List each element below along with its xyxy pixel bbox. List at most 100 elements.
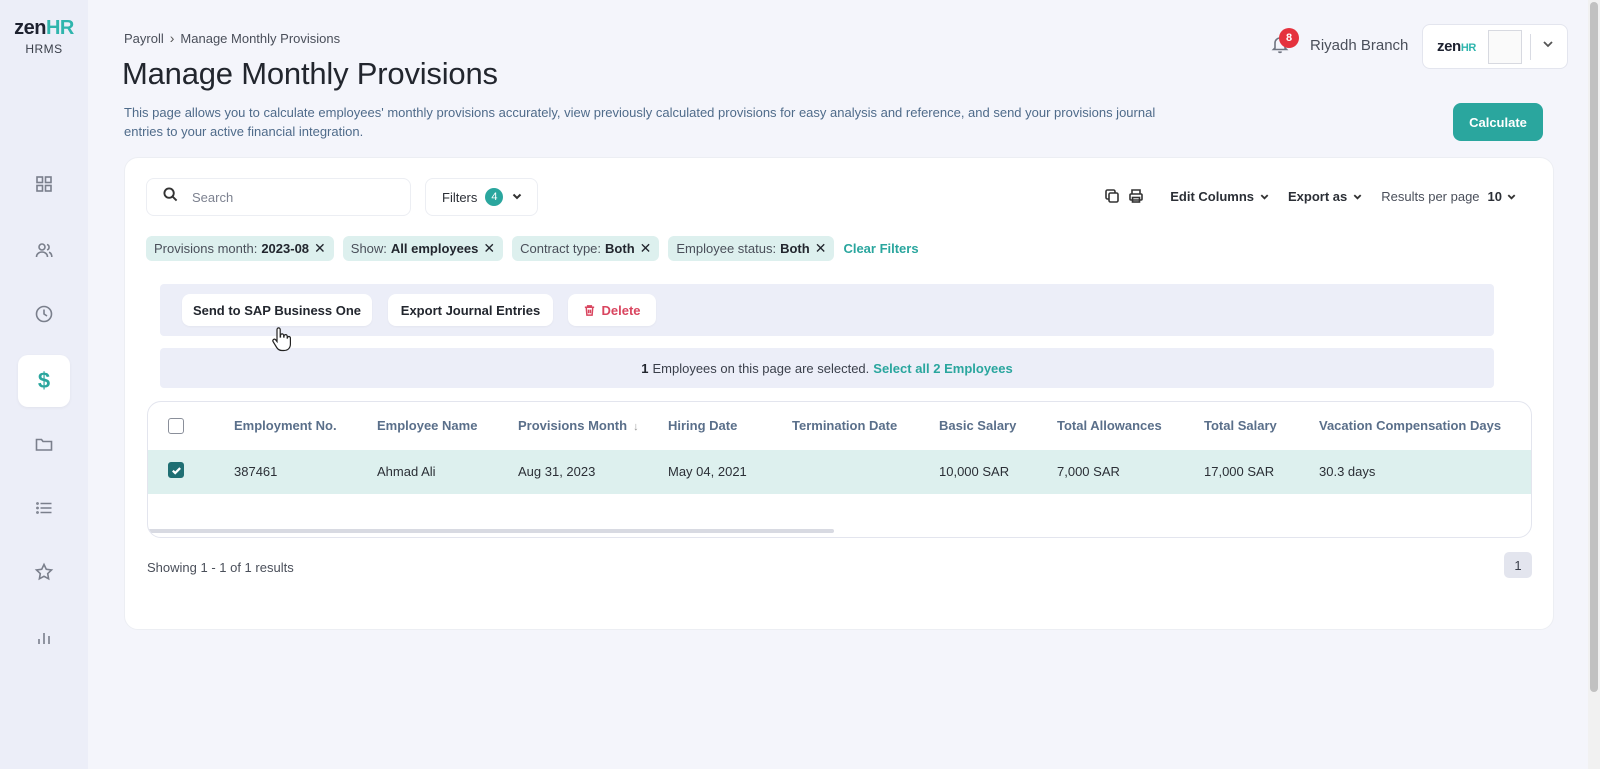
check-icon bbox=[171, 466, 181, 475]
copy-icon[interactable] bbox=[1104, 188, 1120, 204]
select-all-checkbox[interactable] bbox=[168, 418, 184, 434]
grid-icon bbox=[34, 174, 54, 199]
chip-value: All employees bbox=[390, 241, 479, 256]
chevron-down-icon bbox=[1353, 193, 1362, 200]
close-icon[interactable]: ✕ bbox=[640, 240, 652, 257]
cell-employment-no: 387461 bbox=[234, 464, 278, 479]
column-termination-date[interactable]: Termination Date bbox=[792, 418, 897, 433]
sidebar-item-dashboard[interactable] bbox=[18, 160, 70, 212]
column-basic-salary[interactable]: Basic Salary bbox=[939, 418, 1016, 433]
close-icon[interactable]: ✕ bbox=[314, 240, 326, 257]
sidebar-item-favorites[interactable] bbox=[18, 548, 70, 600]
chevron-down-icon bbox=[503, 190, 523, 205]
trash-icon bbox=[585, 304, 595, 316]
cell-total-salary: 17,000 SAR bbox=[1204, 464, 1275, 479]
print-icon[interactable] bbox=[1128, 188, 1144, 204]
export-as-menu[interactable]: Export as bbox=[1288, 189, 1363, 204]
filters-count-badge: 4 bbox=[485, 188, 504, 206]
delete-label: Delete bbox=[601, 302, 641, 318]
table-header: Employment No. Employee Name Provisions … bbox=[148, 402, 1531, 450]
column-employment-no[interactable]: Employment No. bbox=[234, 418, 337, 433]
export-journal-entries-button[interactable]: Export Journal Entries bbox=[388, 294, 553, 326]
table-row[interactable]: 387461 Ahmad Ali Aug 31, 2023 May 04, 20… bbox=[148, 450, 1531, 494]
hand-cursor-icon bbox=[270, 326, 292, 352]
chip-value: Both bbox=[605, 241, 635, 256]
company-logo-main: zen bbox=[1437, 38, 1461, 55]
filters-label: Filters bbox=[442, 189, 478, 205]
column-hiring-date[interactable]: Hiring Date bbox=[668, 418, 737, 433]
calculate-button[interactable]: Calculate bbox=[1453, 103, 1543, 141]
breadcrumb: Payroll › Manage Monthly Provisions bbox=[124, 30, 340, 46]
column-total-allowances[interactable]: Total Allowances bbox=[1057, 418, 1162, 433]
breadcrumb-payroll[interactable]: Payroll bbox=[124, 31, 164, 46]
zenhr-logo[interactable]: zenHR HRMS bbox=[0, 18, 88, 56]
bar-chart-icon bbox=[34, 628, 54, 653]
close-icon[interactable]: ✕ bbox=[815, 240, 827, 257]
results-per-page-value: 10 bbox=[1487, 188, 1502, 204]
delete-button[interactable]: Delete bbox=[568, 294, 656, 326]
filter-chip-show: Show: All employees ✕ bbox=[342, 236, 504, 261]
selection-banner: 1 Employees on this page are selected. S… bbox=[160, 348, 1494, 388]
chevron-right-icon: › bbox=[169, 30, 175, 46]
chip-label: Provisions month: bbox=[154, 241, 258, 256]
cell-employee-name: Ahmad Ali bbox=[377, 464, 436, 479]
send-to-sap-button[interactable]: Send to SAP Business One bbox=[182, 294, 372, 326]
bulk-actions-bar: Send to SAP Business One Export Journal … bbox=[160, 284, 1494, 336]
sidebar-item-payroll[interactable]: $ bbox=[18, 355, 70, 407]
sidebar-item-time[interactable] bbox=[18, 290, 70, 342]
cell-provisions-month: Aug 31, 2023 bbox=[518, 464, 596, 479]
page-scrollbar-thumb[interactable] bbox=[1590, 2, 1598, 692]
page-description: This page allows you to calculate employ… bbox=[124, 105, 1156, 139]
logo-brand-main: zen bbox=[14, 17, 46, 39]
filter-chip-provisions-month: Provisions month: 2023-08 ✕ bbox=[146, 236, 334, 261]
chevron-down-icon bbox=[1260, 193, 1269, 200]
cell-vacation-compensation-days: 30.3 days bbox=[1319, 464, 1376, 479]
cell-basic-salary: 10,000 SAR bbox=[939, 464, 1010, 479]
notification-badge: 8 bbox=[1279, 28, 1299, 48]
column-provisions-month[interactable]: Provisions Month ↓ bbox=[518, 418, 639, 433]
chip-label: Contract type: bbox=[520, 241, 602, 256]
users-icon bbox=[34, 240, 54, 265]
search-box bbox=[146, 178, 411, 216]
cell-hiring-date: May 04, 2021 bbox=[668, 464, 747, 479]
export-as-label: Export as bbox=[1288, 188, 1348, 204]
selection-text: Employees on this page are selected. bbox=[652, 360, 870, 376]
results-per-page-select[interactable]: 10 bbox=[1488, 189, 1517, 204]
account-switcher[interactable]: zenHR bbox=[1422, 24, 1568, 69]
chip-value: Both bbox=[780, 241, 810, 256]
column-total-salary[interactable]: Total Salary bbox=[1204, 418, 1277, 433]
edit-columns-label: Edit Columns bbox=[1170, 188, 1254, 204]
breadcrumb-current: Manage Monthly Provisions bbox=[180, 30, 341, 46]
page-title: Manage Monthly Provisions bbox=[122, 56, 498, 91]
search-input[interactable] bbox=[192, 189, 392, 205]
results-summary: Showing 1 - 1 of 1 results bbox=[147, 560, 294, 575]
sidebar-item-documents[interactable] bbox=[18, 420, 70, 472]
sidebar-item-lists[interactable] bbox=[18, 484, 70, 536]
provisions-card: Filters 4 Edit Columns Export as Results… bbox=[124, 157, 1554, 630]
star-icon bbox=[34, 562, 54, 587]
divider bbox=[1529, 33, 1531, 60]
filters-button[interactable]: Filters 4 bbox=[425, 178, 538, 216]
chip-label: Employee status: bbox=[676, 241, 777, 256]
page-scrollbar[interactable] bbox=[1588, 0, 1600, 769]
results-per-page-label: Results per page bbox=[1381, 188, 1480, 204]
row-checkbox[interactable] bbox=[168, 462, 184, 478]
close-icon[interactable]: ✕ bbox=[483, 240, 495, 257]
folder-icon bbox=[34, 434, 54, 459]
sidebar-item-reports[interactable] bbox=[18, 614, 70, 666]
column-vacation-compensation-days[interactable]: Vacation Compensation Days bbox=[1319, 418, 1501, 433]
sidebar: zenHR HRMS $ bbox=[0, 0, 88, 769]
pagination-page-1[interactable]: 1 bbox=[1504, 552, 1532, 578]
chevron-down-icon[interactable] bbox=[1541, 37, 1555, 56]
selected-count: 1 bbox=[641, 360, 649, 376]
column-employee-name[interactable]: Employee Name bbox=[377, 418, 477, 433]
edit-columns-menu[interactable]: Edit Columns bbox=[1170, 189, 1270, 204]
chevron-down-icon bbox=[1507, 193, 1516, 200]
clear-filters-link[interactable]: Clear Filters bbox=[843, 241, 918, 256]
sidebar-item-employees[interactable] bbox=[18, 226, 70, 278]
select-all-link[interactable]: Select all 2 Employees bbox=[873, 361, 1012, 376]
filter-chip-contract-type: Contract type: Both ✕ bbox=[512, 236, 660, 261]
branch-label[interactable]: Riyadh Branch bbox=[1310, 37, 1408, 54]
table-horizontal-scrollbar[interactable] bbox=[148, 529, 834, 533]
table-toolbar: Edit Columns Export as Results per page … bbox=[1104, 188, 1517, 204]
